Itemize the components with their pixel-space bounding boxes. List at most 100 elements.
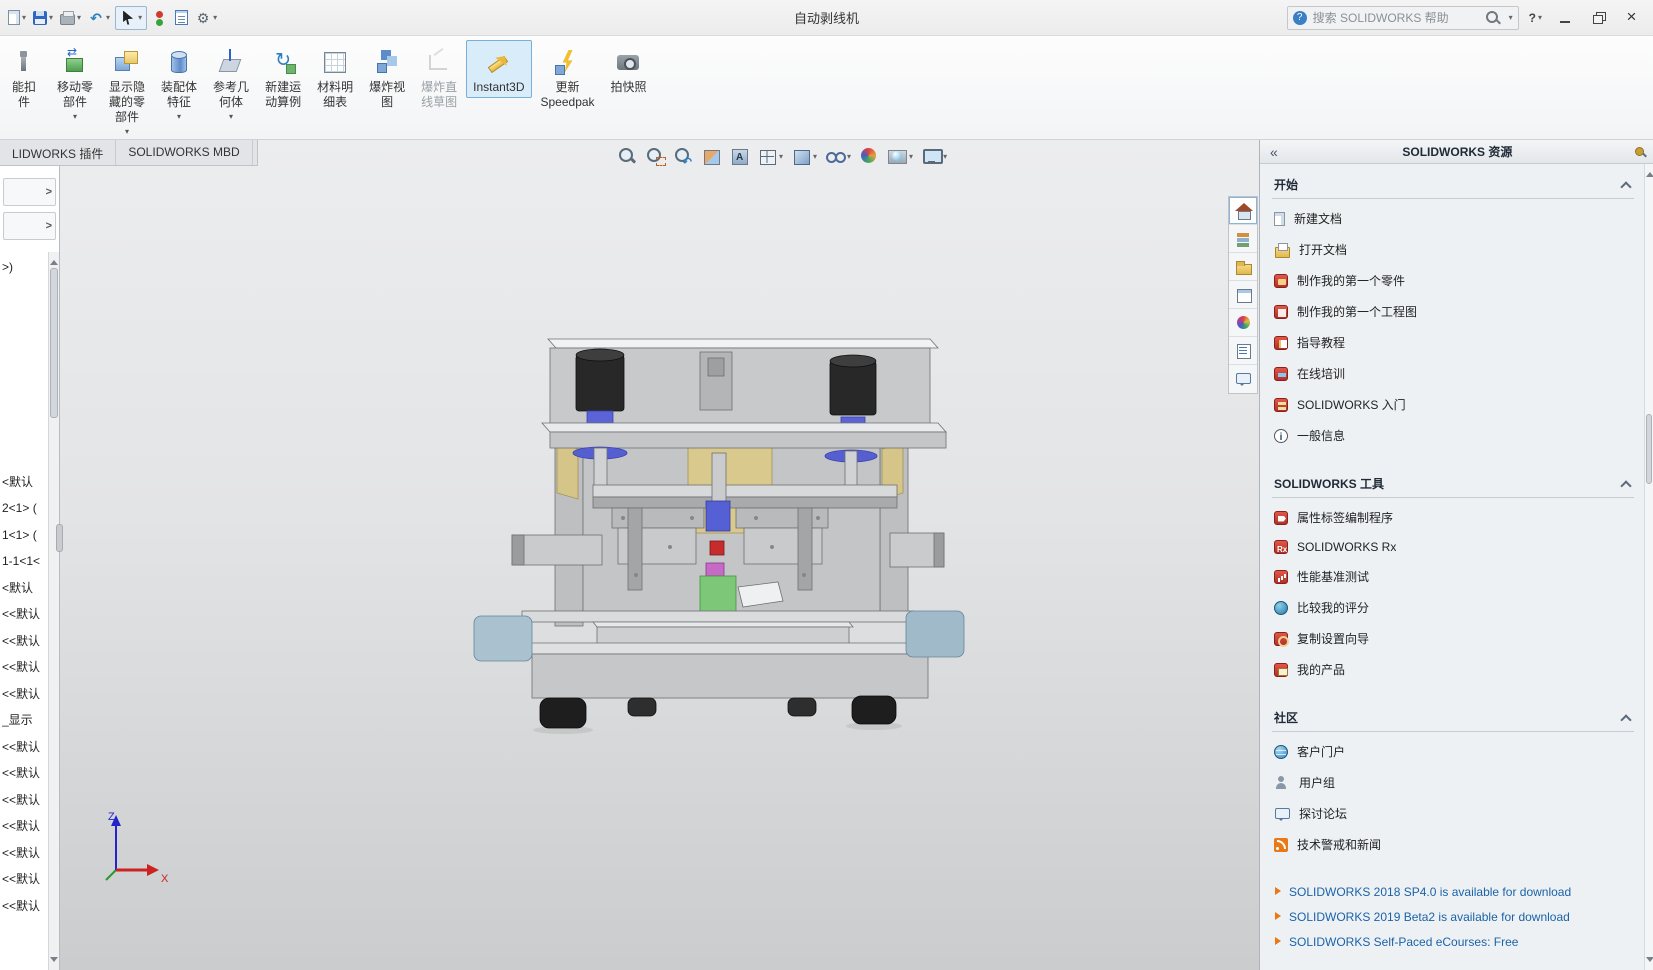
tech-alerts-link[interactable]: 技术警戒和新闻	[1272, 829, 1634, 860]
tree-rollout[interactable]: >	[3, 212, 56, 240]
dropdown-caret-icon[interactable]: ▾	[77, 13, 81, 22]
first-drawing-link[interactable]: 制作我的第一个工程图	[1272, 296, 1634, 327]
tree-item[interactable]: 2<1> (	[2, 495, 47, 522]
news-link[interactable]: SOLIDWORKS 2018 SP4.0 is available for d…	[1289, 884, 1571, 901]
dropdown-caret-icon[interactable]: ▾	[1538, 13, 1542, 22]
tree-item[interactable]: 1<1> (	[2, 522, 47, 549]
hide-show-items-button[interactable]: ▾	[823, 145, 853, 167]
search-input[interactable]: 搜索 SOLIDWORKS 帮助	[1313, 9, 1479, 26]
instant3d-button[interactable]: Instant3D	[466, 40, 531, 98]
tree-item[interactable]: <默认	[2, 469, 47, 496]
tutorials-link[interactable]: 指导教程	[1272, 327, 1634, 358]
tree-item[interactable]: <默认	[2, 575, 47, 602]
feature-tree-scrollbar[interactable]	[48, 252, 59, 970]
file-explorer-tab[interactable]	[1229, 253, 1257, 281]
tree-item[interactable]: >)	[2, 254, 47, 281]
customer-portal-link[interactable]: 客户门户	[1272, 736, 1634, 767]
news-item[interactable]: SOLIDWORKS Self-Paced eCourses: Free	[1272, 930, 1634, 955]
copy-settings-link[interactable]: 复制设置向导	[1272, 623, 1634, 654]
dropdown-caret-icon[interactable]: ▾	[779, 152, 783, 161]
file-properties-button[interactable]	[173, 7, 190, 28]
assembly-features-button[interactable]: 装配体特征▾	[154, 40, 204, 124]
smart-fasteners-button[interactable]: 能扣件	[0, 40, 48, 113]
take-snapshot-button[interactable]: 拍快照	[604, 40, 654, 98]
news-item[interactable]: SOLIDWORKS 2019 Beta2 is available for d…	[1272, 905, 1634, 930]
forum-tab[interactable]	[1229, 365, 1257, 393]
tree-item[interactable]: <<默认	[2, 813, 47, 840]
section-view-button[interactable]	[699, 145, 723, 167]
reference-geometry-button[interactable]: 参考几何体▾	[206, 40, 256, 124]
dropdown-caret-icon[interactable]: ▾	[943, 152, 947, 161]
pin-taskpane-icon[interactable]	[1633, 145, 1647, 159]
news-link[interactable]: SOLIDWORKS Self-Paced eCourses: Free	[1289, 934, 1518, 951]
options-gear-button[interactable]: ▾	[193, 7, 219, 29]
custom-properties-tab[interactable]	[1229, 337, 1257, 365]
performance-benchmark-link[interactable]: 性能基准测试	[1272, 561, 1634, 592]
dropdown-caret-icon[interactable]: ▾	[1509, 13, 1513, 22]
zoom-area-button[interactable]	[643, 145, 667, 167]
tab-solidworks-mbd[interactable]: SOLIDWORKS MBD	[116, 140, 252, 165]
online-training-link[interactable]: 在线培训	[1272, 358, 1634, 389]
tree-rollout[interactable]: >	[3, 178, 56, 206]
scrollbar-thumb[interactable]	[1646, 414, 1652, 484]
close-button[interactable]	[1618, 7, 1645, 29]
edit-appearance-button[interactable]	[857, 145, 881, 167]
dropdown-caret-icon[interactable]: ▾	[22, 13, 26, 22]
rebuild-button[interactable]	[150, 7, 170, 29]
scrollbar-thumb[interactable]	[50, 268, 58, 418]
collapse-chevron-icon[interactable]	[1620, 713, 1632, 723]
update-speedpak-button[interactable]: 更新Speedpak	[534, 40, 602, 113]
save-button[interactable]: ▾	[31, 8, 55, 28]
tree-item[interactable]: <<默认	[2, 601, 47, 628]
dropdown-caret-icon[interactable]: ▾	[73, 112, 77, 121]
tab-solidworks-addins[interactable]: LIDWORKS 插件	[0, 140, 116, 165]
general-info-link[interactable]: 一般信息	[1272, 420, 1634, 451]
help-button[interactable]: ?▾	[1525, 9, 1546, 27]
collapse-taskpane-icon[interactable]: «	[1266, 144, 1282, 160]
open-doc-link[interactable]: 打开文档	[1272, 234, 1634, 265]
tree-item[interactable]: <<默认	[2, 787, 47, 814]
apply-scene-button[interactable]: ▾	[885, 145, 915, 167]
expand-arrow-icon[interactable]: >	[46, 186, 52, 198]
dropdown-caret-icon[interactable]: ▾	[125, 127, 129, 136]
tree-item[interactable]: <<默认	[2, 628, 47, 655]
appearances-tab[interactable]	[1229, 309, 1257, 337]
show-hidden-components-button[interactable]: 显示隐藏的零部件▾	[102, 40, 152, 139]
scroll-up-icon[interactable]	[1645, 164, 1653, 177]
help-search-box[interactable]: 搜索 SOLIDWORKS 帮助 ▾	[1287, 6, 1519, 30]
annotation-view-button[interactable]	[727, 145, 751, 167]
dropdown-caret-icon[interactable]: ▾	[106, 13, 110, 22]
dropdown-caret-icon[interactable]: ▾	[813, 152, 817, 161]
dropdown-caret-icon[interactable]: ▾	[847, 152, 851, 161]
search-icon[interactable]	[1485, 10, 1501, 26]
zoom-fit-button[interactable]	[615, 145, 639, 167]
tree-item[interactable]: <<默认	[2, 734, 47, 761]
tree-item[interactable]: <<默认	[2, 681, 47, 708]
taskpane-scrollbar[interactable]	[1644, 164, 1653, 970]
scroll-down-icon[interactable]	[49, 957, 59, 970]
panel-splitter-handle[interactable]	[56, 524, 63, 552]
tree-item[interactable]: <<默认	[2, 654, 47, 681]
graphics-area[interactable]: ▾ ▾ ▾ ▾ ▾	[60, 140, 1259, 970]
new-doc-link[interactable]: 新建文档	[1272, 203, 1634, 234]
my-products-link[interactable]: 我的产品	[1272, 654, 1634, 685]
first-part-link[interactable]: 制作我的第一个零件	[1272, 265, 1634, 296]
dropdown-caret-icon[interactable]: ▾	[49, 13, 53, 22]
tree-item[interactable]: _显示	[2, 707, 47, 734]
scroll-down-icon[interactable]	[1645, 957, 1653, 970]
discussion-forum-link[interactable]: 探讨论坛	[1272, 798, 1634, 829]
restore-button[interactable]	[1585, 7, 1612, 29]
previous-view-button[interactable]	[671, 145, 695, 167]
dropdown-caret-icon[interactable]: ▾	[213, 13, 217, 22]
user-groups-link[interactable]: 用户组	[1272, 767, 1634, 798]
property-tab-builder-link[interactable]: 属性标签编制程序	[1272, 502, 1634, 533]
collapse-chevron-icon[interactable]	[1620, 479, 1632, 489]
collapse-chevron-icon[interactable]	[1620, 180, 1632, 190]
compare-scores-link[interactable]: 比较我的评分	[1272, 592, 1634, 623]
view-settings-button[interactable]: ▾	[919, 145, 949, 167]
bill-of-materials-button[interactable]: 材料明细表	[310, 40, 360, 113]
undo-button[interactable]: ▾	[86, 7, 112, 29]
news-item[interactable]: SOLIDWORKS 2018 SP4.0 is available for d…	[1272, 880, 1634, 905]
dropdown-caret-icon[interactable]: ▾	[229, 112, 233, 121]
expand-arrow-icon[interactable]: >	[46, 220, 52, 232]
